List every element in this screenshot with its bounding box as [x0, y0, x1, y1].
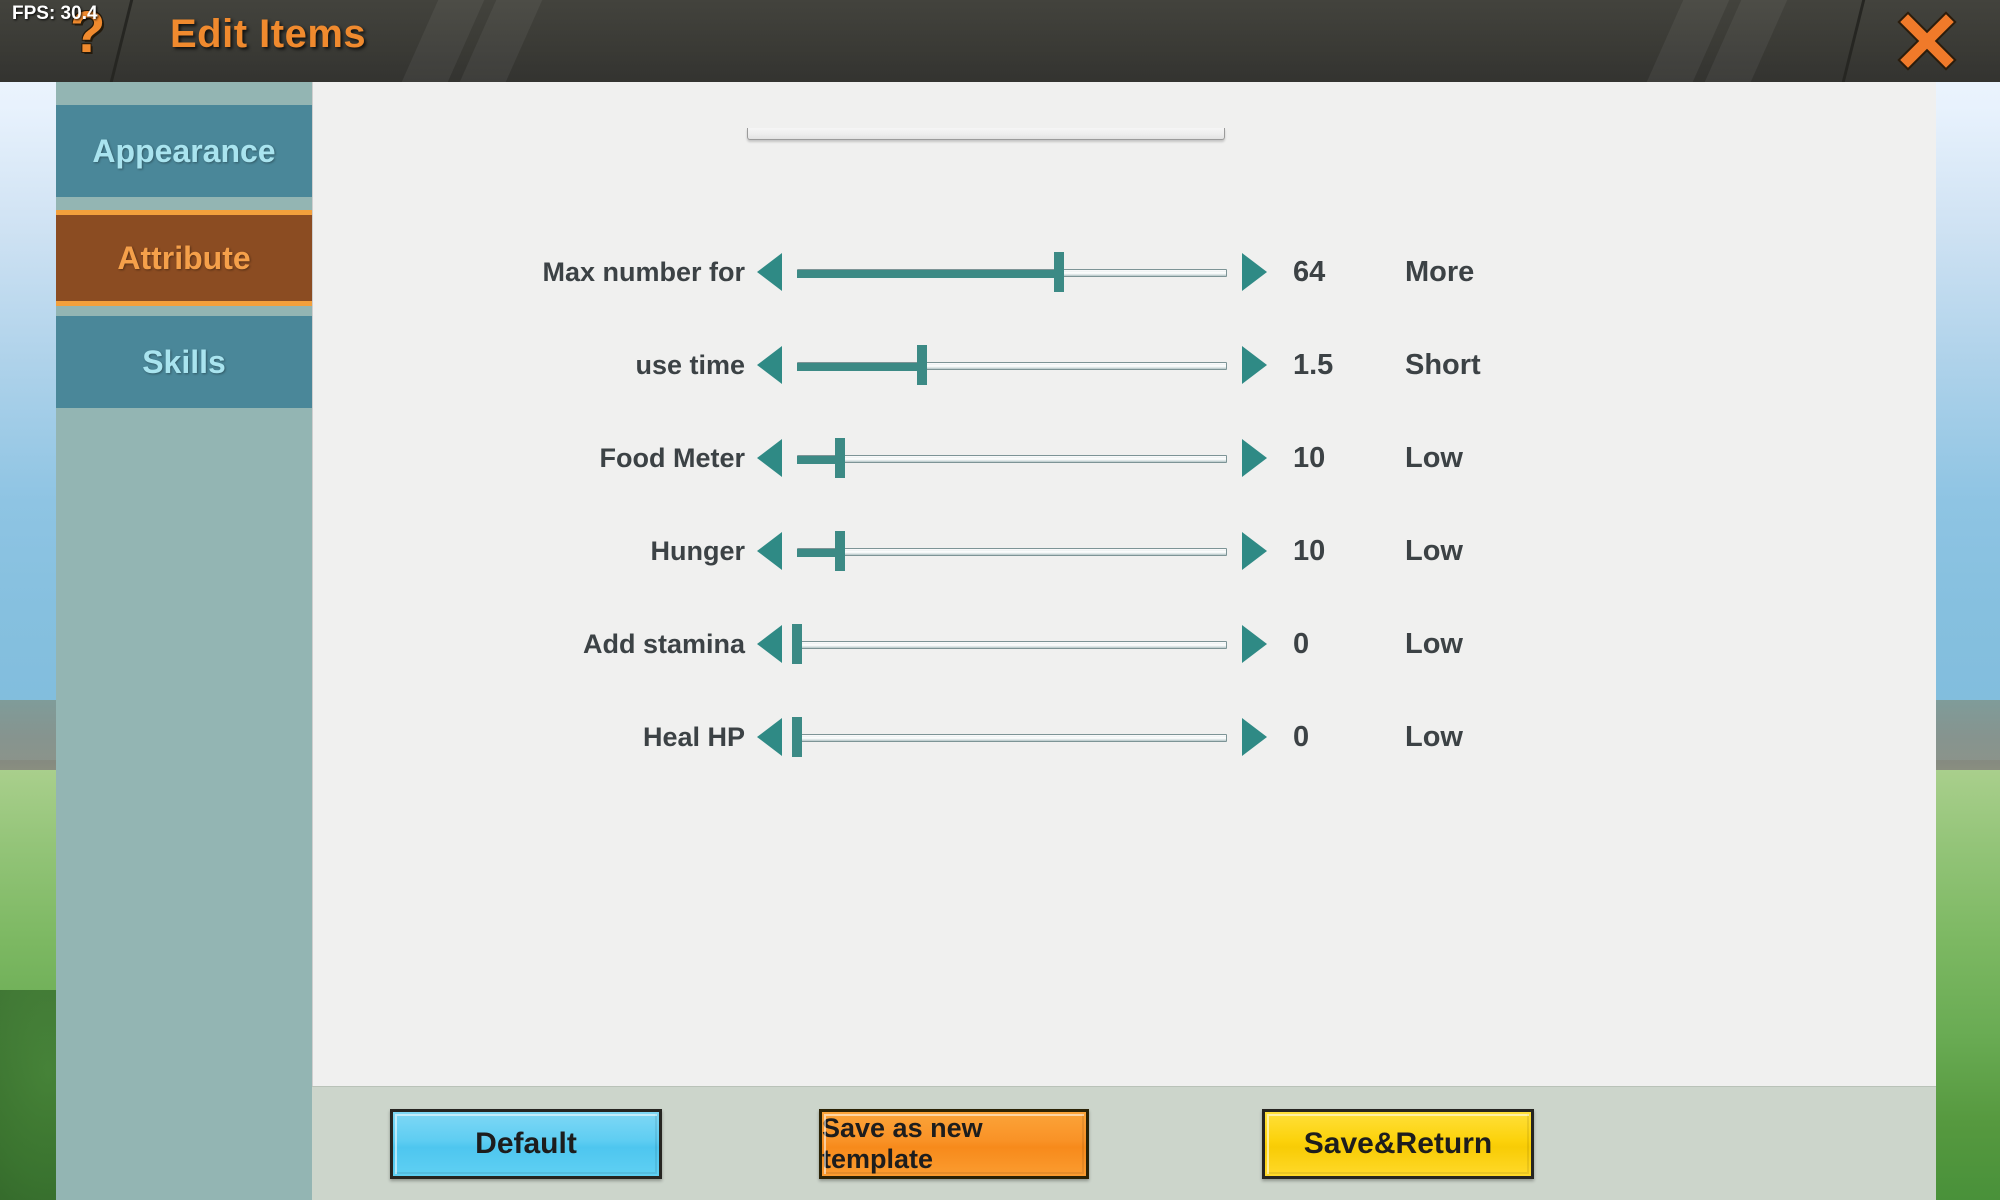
attribute-row-label: Food Meter [599, 442, 746, 473]
decrement-arrow-button[interactable] [753, 250, 787, 294]
triangle-right-icon [1240, 530, 1268, 572]
attribute-row: Hunger 10 Low [313, 521, 1937, 581]
slider-track [797, 548, 1227, 556]
attribute-row-value: 10 [1293, 441, 1326, 474]
attribute-slider[interactable] [792, 715, 1227, 759]
attribute-row-label: Heal HP [642, 721, 745, 752]
slider-fill [797, 363, 922, 371]
slider-thumb[interactable] [917, 345, 927, 385]
attribute-row-value: 10 [1293, 534, 1326, 567]
decrement-arrow-button[interactable] [753, 436, 787, 480]
sidebar: Appearance Attribute Skills [56, 82, 312, 1200]
sidebar-tab-appearance[interactable]: Appearance [56, 105, 312, 197]
attribute-row-value: 0 [1293, 720, 1310, 753]
triangle-right-icon [1240, 344, 1268, 386]
attribute-row-value: 1.5 [1293, 348, 1334, 381]
attribute-slider[interactable] [792, 622, 1227, 666]
increment-arrow-button[interactable] [1237, 529, 1271, 573]
triangle-left-icon [756, 437, 784, 479]
decrement-arrow-button[interactable] [753, 622, 787, 666]
edit-items-dialog: Appearance Attribute Skills Max number f… [56, 82, 1936, 1200]
sidebar-tab-label: Attribute [117, 239, 251, 276]
increment-arrow-button[interactable] [1237, 436, 1271, 480]
slider-track [797, 641, 1227, 649]
attribute-row-description: More [1405, 255, 1475, 288]
default-button[interactable]: Default [390, 1109, 662, 1179]
attribute-slider[interactable] [797, 436, 1227, 480]
attribute-row-value: 0 [1293, 627, 1310, 660]
increment-arrow-button[interactable] [1237, 622, 1271, 666]
attribute-row: Food Meter 10 Low [313, 428, 1937, 488]
attribute-row-description: Short [1405, 348, 1481, 381]
attribute-row-description: Low [1405, 441, 1463, 474]
slider-thumb[interactable] [835, 438, 845, 478]
slider-fill [797, 549, 840, 557]
increment-arrow-button[interactable] [1237, 343, 1271, 387]
decrement-arrow-button[interactable] [753, 343, 787, 387]
triangle-left-icon [756, 251, 784, 293]
attribute-row: Heal HP 0 Low [313, 707, 1937, 767]
slider-thumb[interactable] [835, 531, 845, 571]
attribute-row: use time 1.5 Short [313, 335, 1937, 395]
sidebar-tab-attribute[interactable]: Attribute [56, 210, 312, 306]
window-header: FPS: 30.4 ? Edit Items [0, 0, 2000, 82]
attribute-slider[interactable] [797, 250, 1227, 294]
attribute-row-label: Add stamina [582, 628, 745, 659]
attribute-row: Max number for 64 More [313, 242, 1937, 302]
increment-arrow-button[interactable] [1237, 250, 1271, 294]
save-and-return-button-label: Save&Return [1303, 1127, 1493, 1160]
attribute-row-description: Low [1405, 534, 1463, 567]
attribute-row-label: Max number for [542, 256, 745, 287]
slider-thumb[interactable] [792, 624, 802, 664]
triangle-left-icon [756, 530, 784, 572]
triangle-right-icon [1240, 716, 1268, 758]
sidebar-tab-label: Appearance [92, 132, 276, 169]
close-x-icon [1897, 11, 1957, 71]
triangle-left-icon [756, 623, 784, 665]
decrement-arrow-button[interactable] [753, 715, 787, 759]
dialog-footer: Default Save as new template Save&Return [312, 1086, 1936, 1200]
close-button[interactable] [1894, 8, 1960, 74]
slider-track [797, 455, 1227, 463]
triangle-left-icon [756, 344, 784, 386]
save-as-new-template-button-label: Save as new template [822, 1113, 983, 1174]
save-as-new-template-button[interactable]: Save as new template [819, 1109, 1089, 1179]
attribute-panel: Max number for 64 More use time 1.5 Short Food… [312, 82, 1936, 1086]
triangle-left-icon [756, 716, 784, 758]
attribute-slider[interactable] [797, 343, 1227, 387]
save-and-return-button[interactable]: Save&Return [1262, 1109, 1534, 1179]
attribute-row-description: Low [1405, 627, 1463, 660]
sidebar-tab-skills[interactable]: Skills [56, 316, 312, 408]
attribute-row-value: 64 [1293, 255, 1326, 288]
sidebar-tab-label: Skills [142, 343, 226, 380]
slider-fill [797, 456, 840, 464]
decrement-arrow-button[interactable] [753, 529, 787, 573]
triangle-right-icon [1240, 437, 1268, 479]
slider-thumb[interactable] [792, 717, 802, 757]
attribute-slider[interactable] [797, 529, 1227, 573]
slider-thumb[interactable] [1054, 252, 1064, 292]
default-button-label: Default [475, 1127, 577, 1160]
triangle-right-icon [1240, 623, 1268, 665]
attribute-row-label: Hunger [650, 535, 746, 566]
fps-counter: FPS: 30.4 [12, 3, 98, 24]
attribute-slider-list: Max number for 64 More use time 1.5 Short Food… [313, 82, 1937, 1086]
page-title: Edit Items [170, 12, 367, 56]
triangle-right-icon [1240, 251, 1268, 293]
attribute-row-label: use time [635, 349, 745, 380]
attribute-row-description: Low [1405, 720, 1463, 753]
slider-fill [797, 270, 1059, 278]
slider-track [797, 734, 1227, 742]
increment-arrow-button[interactable] [1237, 715, 1271, 759]
attribute-row: Add stamina 0 Low [313, 614, 1937, 674]
